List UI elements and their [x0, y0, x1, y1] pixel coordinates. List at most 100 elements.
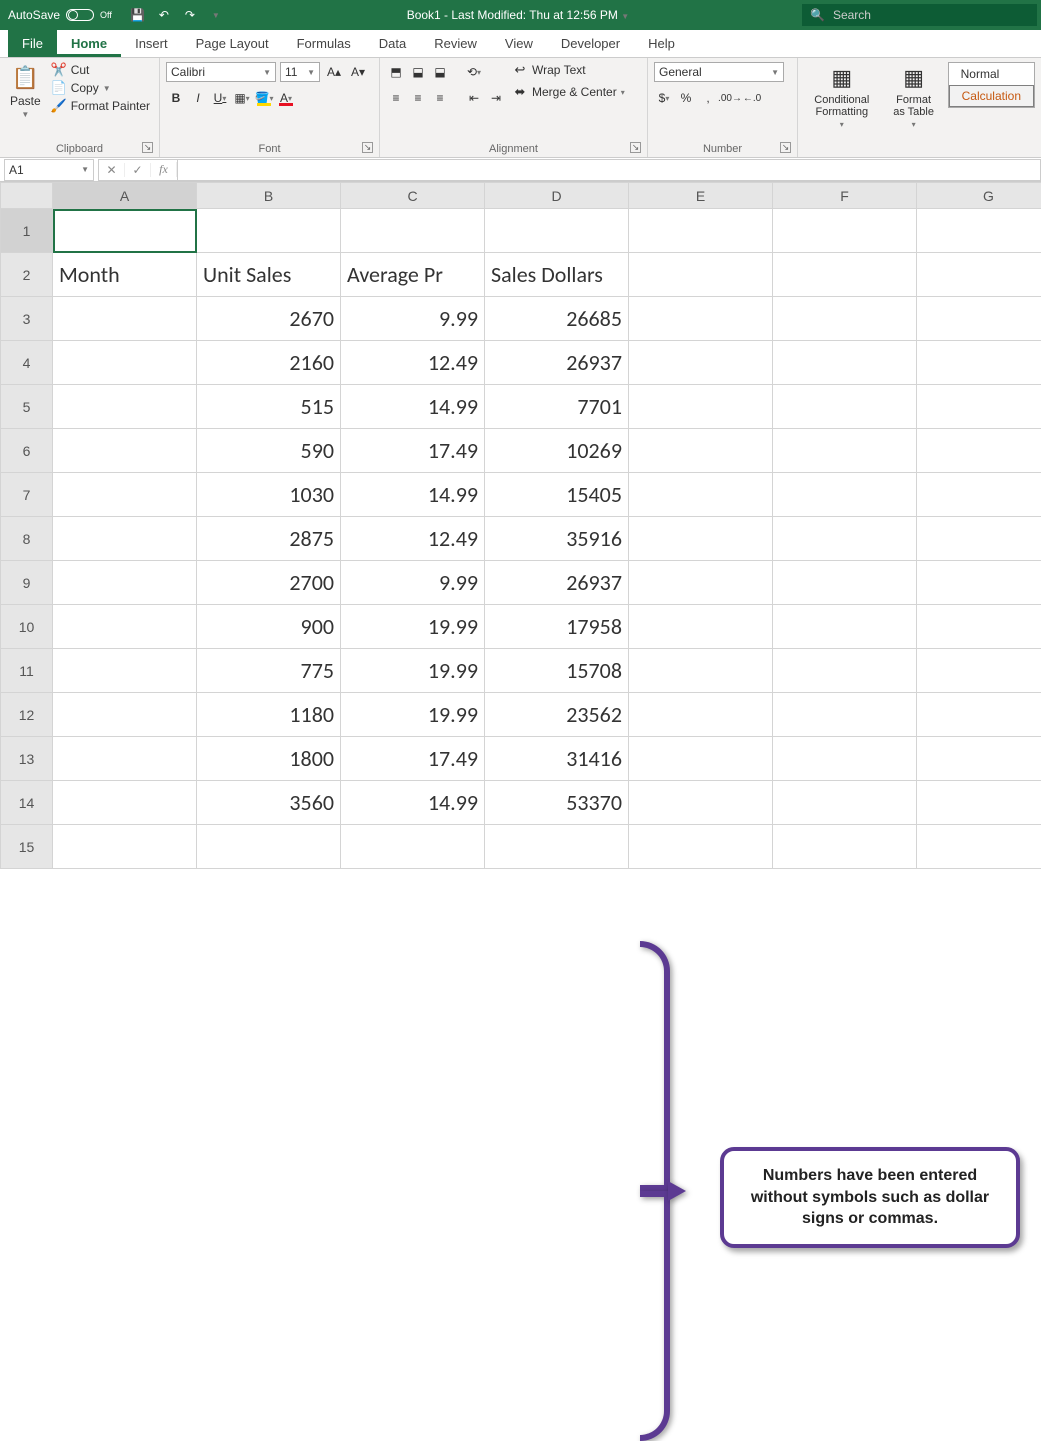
cell[interactable] — [629, 649, 773, 693]
row-header[interactable]: 4 — [1, 341, 53, 385]
cell[interactable]: 19.99 — [341, 605, 485, 649]
cell[interactable] — [917, 341, 1041, 385]
cell[interactable] — [53, 561, 197, 605]
cell[interactable]: 1030 — [197, 473, 341, 517]
cell[interactable]: 17.49 — [341, 429, 485, 473]
format-as-table-button[interactable]: ▦ Format as Table▾ — [886, 62, 942, 131]
search-input[interactable] — [833, 8, 1029, 22]
cell[interactable]: 12.49 — [341, 517, 485, 561]
cell[interactable] — [917, 605, 1041, 649]
row-header[interactable]: 9 — [1, 561, 53, 605]
cell[interactable] — [773, 297, 917, 341]
cell[interactable] — [917, 693, 1041, 737]
cell[interactable] — [341, 209, 485, 253]
cell[interactable] — [53, 693, 197, 737]
cell[interactable] — [629, 693, 773, 737]
dialog-launcher-icon[interactable]: ↘ — [362, 142, 373, 153]
col-B[interactable]: B — [197, 183, 341, 209]
cell[interactable] — [773, 781, 917, 825]
increase-font-icon[interactable]: A▴ — [324, 62, 344, 82]
row-header[interactable]: 12 — [1, 693, 53, 737]
cell[interactable] — [773, 693, 917, 737]
save-icon[interactable]: 💾 — [130, 7, 146, 23]
cell[interactable]: 26937 — [485, 561, 629, 605]
dialog-launcher-icon[interactable]: ↘ — [630, 142, 641, 153]
align-right-icon[interactable]: ≡ — [430, 88, 450, 108]
cell-styles-gallery[interactable]: Normal Calculation — [948, 62, 1035, 108]
undo-icon[interactable]: ↶ — [156, 7, 172, 23]
cell[interactable] — [917, 473, 1041, 517]
row-header[interactable]: 5 — [1, 385, 53, 429]
cell[interactable] — [53, 737, 197, 781]
align-center-icon[interactable]: ≡ — [408, 88, 428, 108]
dialog-launcher-icon[interactable]: ↘ — [142, 142, 153, 153]
tab-review[interactable]: Review — [420, 30, 491, 57]
col-A[interactable]: A — [53, 183, 197, 209]
cell[interactable] — [53, 605, 197, 649]
cell[interactable] — [197, 825, 341, 869]
font-name-select[interactable]: Calibri▼ — [166, 62, 276, 82]
cancel-formula-icon[interactable]: ✕ — [99, 163, 125, 177]
row-header[interactable]: 7 — [1, 473, 53, 517]
cell[interactable] — [629, 341, 773, 385]
align-middle-icon[interactable]: ⬓ — [408, 62, 428, 82]
cell[interactable] — [629, 825, 773, 869]
cell[interactable] — [917, 561, 1041, 605]
row-header[interactable]: 14 — [1, 781, 53, 825]
cell[interactable]: 31416 — [485, 737, 629, 781]
autosave-toggle[interactable]: AutoSave Off — [0, 8, 120, 22]
col-G[interactable]: G — [917, 183, 1041, 209]
cell[interactable] — [629, 253, 773, 297]
cell[interactable]: 23562 — [485, 693, 629, 737]
decrease-font-icon[interactable]: A▾ — [348, 62, 368, 82]
cell[interactable] — [917, 781, 1041, 825]
cell[interactable]: 10269 — [485, 429, 629, 473]
tab-view[interactable]: View — [491, 30, 547, 57]
cell[interactable]: 14.99 — [341, 473, 485, 517]
row-header[interactable]: 1 — [1, 209, 53, 253]
cell[interactable] — [629, 385, 773, 429]
cell[interactable] — [773, 473, 917, 517]
paste-button[interactable]: 📋 Paste ▼ — [6, 62, 45, 121]
increase-decimal-icon[interactable]: .00→ — [720, 88, 740, 108]
row-header[interactable]: 3 — [1, 297, 53, 341]
search-box[interactable]: 🔍 — [802, 4, 1037, 26]
chevron-down-icon[interactable]: ▼ — [621, 12, 629, 21]
align-top-icon[interactable]: ⬒ — [386, 62, 406, 82]
wrap-text-button[interactable]: ↩Wrap Text — [512, 62, 625, 78]
col-D[interactable]: D — [485, 183, 629, 209]
cell[interactable]: 19.99 — [341, 649, 485, 693]
worksheet-grid[interactable]: A B C D E F G 12MonthUnit SalesAverage P… — [0, 182, 1041, 869]
tab-developer[interactable]: Developer — [547, 30, 634, 57]
comma-format-icon[interactable]: , — [698, 88, 718, 108]
cell[interactable] — [917, 385, 1041, 429]
decrease-decimal-icon[interactable]: ←.0 — [742, 88, 762, 108]
cell[interactable] — [53, 649, 197, 693]
cell[interactable] — [53, 473, 197, 517]
cell[interactable] — [629, 297, 773, 341]
cell[interactable] — [53, 385, 197, 429]
row-header[interactable]: 11 — [1, 649, 53, 693]
tab-file[interactable]: File — [8, 30, 57, 57]
tab-data[interactable]: Data — [365, 30, 420, 57]
name-box[interactable]: A1▼ — [4, 159, 94, 181]
cell[interactable] — [773, 429, 917, 473]
cell[interactable] — [53, 341, 197, 385]
cell[interactable]: 26937 — [485, 341, 629, 385]
cell[interactable]: 2700 — [197, 561, 341, 605]
cell[interactable] — [917, 253, 1041, 297]
cell[interactable]: Month — [53, 253, 197, 297]
cell[interactable] — [917, 737, 1041, 781]
cell[interactable] — [485, 825, 629, 869]
formula-bar-input[interactable] — [178, 159, 1041, 181]
cell[interactable] — [629, 473, 773, 517]
cell[interactable]: 12.49 — [341, 341, 485, 385]
tab-insert[interactable]: Insert — [121, 30, 182, 57]
cell[interactable] — [629, 429, 773, 473]
cell[interactable]: 17.49 — [341, 737, 485, 781]
conditional-formatting-button[interactable]: ▦ Conditional Formatting▾ — [804, 62, 880, 131]
cell[interactable]: 2160 — [197, 341, 341, 385]
font-size-select[interactable]: 11▼ — [280, 62, 320, 82]
fill-color-button[interactable]: 🪣▾ — [254, 88, 274, 108]
copy-button[interactable]: 📄Copy▼ — [51, 80, 150, 96]
